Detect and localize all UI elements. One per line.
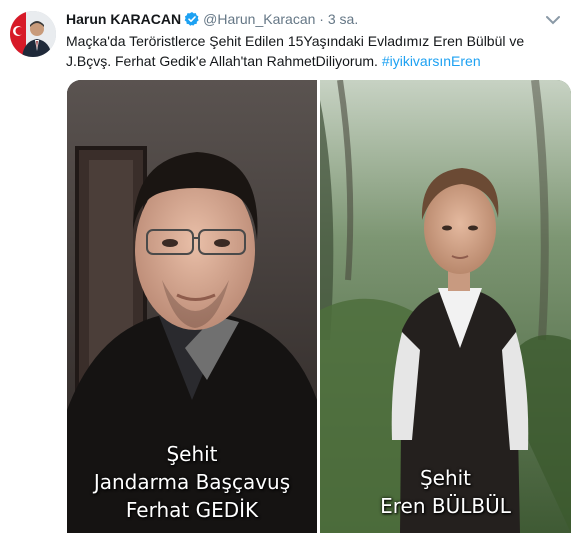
caption-right: Şehit Eren BÜLBÜL bbox=[320, 464, 571, 520]
avatar[interactable] bbox=[10, 11, 56, 57]
caption-left: Şehit Jandarma Başçavuş Ferhat GEDİK bbox=[67, 440, 317, 524]
photo-left[interactable]: Şehit Jandarma Başçavuş Ferhat GEDİK bbox=[67, 80, 317, 533]
author-name[interactable]: Harun KARACAN bbox=[66, 11, 181, 27]
photo-right[interactable]: Şehit Eren BÜLBÜL bbox=[320, 80, 571, 533]
hashtag-link[interactable]: #iyikivarsınEren bbox=[382, 53, 481, 69]
caption-left-line-1: Şehit bbox=[166, 442, 218, 466]
caption-right-line-2: Eren BÜLBÜL bbox=[380, 494, 511, 518]
caption-left-line-3: Ferhat GEDİK bbox=[125, 498, 259, 522]
meta-separator: · bbox=[319, 11, 324, 27]
tweet-text: Maçka'da Teröristlerce Şehit Edilen 15Ya… bbox=[66, 31, 551, 71]
verified-badge-icon bbox=[184, 11, 200, 31]
avatar-image bbox=[10, 11, 56, 57]
chevron-down-icon[interactable] bbox=[546, 12, 560, 30]
author-handle[interactable]: @Harun_Karacan bbox=[203, 11, 315, 27]
tweet: Harun KARACAN @Harun_Karacan · 3 sa. Maçk… bbox=[0, 0, 572, 533]
caption-right-line-1: Şehit bbox=[419, 466, 472, 490]
tweet-media[interactable]: Şehit Jandarma Başçavuş Ferhat GEDİK Şeh… bbox=[67, 80, 571, 533]
tweet-timestamp[interactable]: 3 sa. bbox=[328, 11, 358, 27]
tweet-header: Harun KARACAN @Harun_Karacan · 3 sa. bbox=[66, 10, 358, 31]
caption-left-line-2: Jandarma Başçavuş bbox=[93, 470, 291, 494]
